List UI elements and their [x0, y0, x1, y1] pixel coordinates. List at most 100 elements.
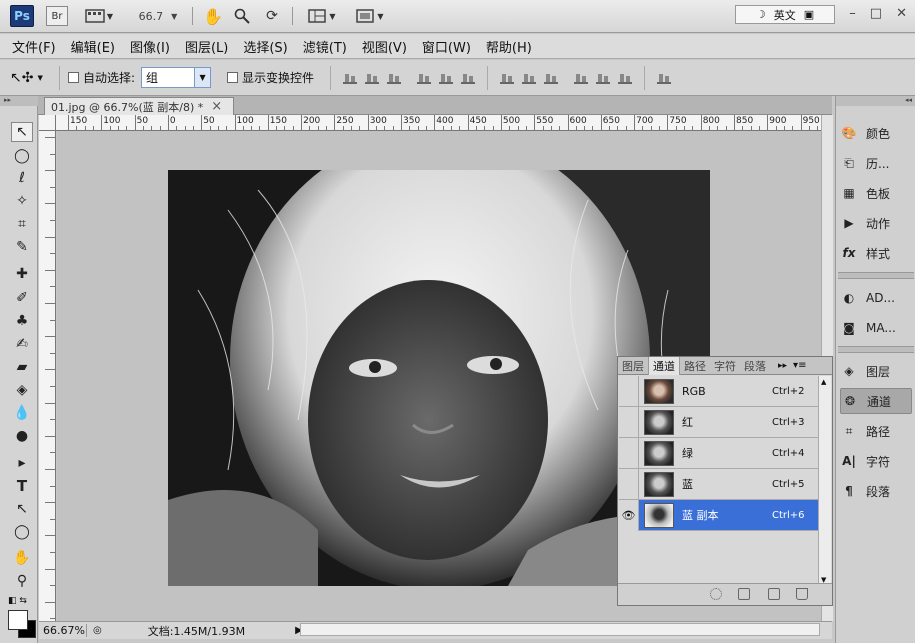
save-selection-icon[interactable] — [738, 588, 750, 600]
type-tool-icon[interactable]: T — [11, 476, 33, 496]
auto-select-checkbox[interactable] — [68, 72, 79, 83]
direct-selection-tool-icon[interactable]: ↖ — [11, 499, 33, 519]
document-tab[interactable]: 01.jpg @ 66.7%(蓝 副本/8) * × — [44, 97, 234, 115]
dock-item-actions[interactable]: ▶ 动作 — [840, 210, 912, 236]
dock-item-masks[interactable]: ◙ MA... — [840, 315, 912, 341]
panel-menu-icon[interactable]: ▾≡ — [793, 360, 806, 371]
visibility-toggle[interactable] — [619, 406, 639, 438]
dock-item-paths[interactable]: ⌗ 路径 — [840, 418, 912, 444]
ruler-origin[interactable] — [39, 115, 56, 131]
menu-image[interactable]: 图像(I) — [130, 37, 170, 56]
tab-channels[interactable]: 通道 — [648, 356, 680, 375]
eraser-tool-icon[interactable]: ▰ — [11, 357, 33, 377]
dock-item-layers[interactable]: ◈ 图层 — [840, 358, 912, 384]
visibility-toggle[interactable] — [619, 437, 639, 469]
menu-filter[interactable]: 滤镜(T) — [303, 37, 347, 56]
zoom-tool-icon[interactable] — [232, 6, 252, 26]
dock-item-adjustments[interactable]: ◐ AD... — [840, 285, 912, 311]
horizontal-ruler[interactable]: 150 100 50 0 50 100 150 200 250 300 350 400 450 500 55… — [56, 115, 827, 131]
dodge-tool-icon[interactable]: ● — [11, 426, 33, 446]
visibility-toggle[interactable] — [619, 468, 639, 500]
align-vcenter-icon[interactable] — [365, 72, 380, 84]
eye-icon[interactable]: 👁 — [619, 499, 639, 531]
menu-layer[interactable]: 图层(L) — [185, 37, 228, 56]
menu-select[interactable]: 选择(S) — [243, 37, 287, 56]
distribute-right-icon[interactable] — [618, 72, 633, 84]
move-tool-icon[interactable]: ↖ — [11, 122, 33, 142]
eyedropper-tool-icon[interactable]: ✎ — [11, 237, 33, 257]
scroll-up-icon[interactable]: ▲ — [821, 378, 826, 386]
maximize-button[interactable]: □ — [870, 6, 882, 21]
menu-edit[interactable]: 编辑(E) — [71, 37, 115, 56]
distribute-left-icon[interactable] — [574, 72, 589, 84]
menu-file[interactable]: 文件(F) — [12, 37, 56, 56]
menu-help[interactable]: 帮助(H) — [486, 37, 532, 56]
new-channel-icon[interactable] — [768, 588, 780, 600]
hand-tool-icon[interactable]: ✋ — [203, 6, 223, 26]
panel-collapse-icon[interactable]: ▸▸ — [778, 361, 787, 371]
distribute-vcenter-icon[interactable] — [522, 72, 537, 84]
visibility-toggle[interactable] — [619, 375, 639, 407]
crop-tool-icon[interactable]: ⌗ — [11, 214, 33, 234]
tab-character[interactable]: 字符 — [710, 357, 740, 375]
dock-item-paragraph[interactable]: ¶ 段落 — [840, 478, 912, 504]
dock-expand-icon[interactable]: ◂◂ — [836, 96, 915, 106]
show-transform-checkbox[interactable] — [227, 72, 239, 83]
rotate-view-icon[interactable]: ⟳ — [262, 6, 282, 26]
zoom-tool-icon[interactable]: ⚲ — [11, 571, 33, 591]
ime-indicator[interactable]: ☽ 英文 ▣ — [735, 5, 835, 24]
paint-bucket-tool-icon[interactable]: ◈ — [11, 380, 33, 400]
dock-item-channels[interactable]: ❂ 通道 — [840, 388, 912, 414]
status-menu-icon[interactable]: ◎ — [93, 625, 102, 636]
channels-scrollbar[interactable]: ▲ ▼ — [818, 376, 831, 586]
auto-select-dropdown[interactable]: 组 ▼ — [141, 67, 212, 88]
foreground-color-swatch[interactable] — [8, 610, 28, 630]
horizontal-scrollbar[interactable] — [300, 623, 820, 636]
dock-item-styles[interactable]: fx 样式 — [840, 240, 912, 266]
status-zoom[interactable]: 66.67% — [39, 624, 87, 637]
tab-paths[interactable]: 路径 — [680, 357, 710, 375]
dock-item-swatches[interactable]: ▦ 色板 — [840, 180, 912, 206]
tab-paragraph[interactable]: 段落 — [740, 357, 770, 375]
minimize-button[interactable]: – — [849, 6, 856, 21]
trash-icon[interactable] — [796, 588, 808, 600]
channel-row-rgb[interactable]: RGB Ctrl+2 — [619, 375, 818, 407]
default-colors-icon[interactable]: ◧ ⇆ — [8, 596, 27, 606]
align-top-icon[interactable] — [343, 72, 358, 84]
magic-wand-tool-icon[interactable]: ✧ — [11, 191, 33, 211]
lasso-tool-icon[interactable]: ℓ — [11, 168, 33, 188]
load-selection-icon[interactable] — [710, 588, 722, 600]
dock-item-history[interactable]: ⎗ 历... — [840, 150, 912, 176]
auto-align-button[interactable] — [644, 65, 675, 90]
dock-item-character[interactable]: A| 字符 — [840, 448, 912, 474]
panel-collapse-icon[interactable]: ▸▸ — [0, 96, 38, 106]
blur-tool-icon[interactable]: 💧 — [11, 403, 33, 423]
brush-tool-icon[interactable]: ✐ — [11, 288, 33, 308]
channel-row-green[interactable]: 绿 Ctrl+4 — [619, 437, 818, 469]
tool-preset-picker[interactable]: ↖✣ ▼ — [10, 65, 60, 90]
marquee-tool-icon[interactable]: ◯ — [11, 146, 33, 166]
channel-row-blue[interactable]: 蓝 Ctrl+5 — [619, 468, 818, 500]
history-brush-tool-icon[interactable]: ✍ — [11, 334, 33, 354]
distribute-top-icon[interactable] — [500, 72, 515, 84]
menu-window[interactable]: 窗口(W) — [422, 37, 471, 56]
clone-stamp-tool-icon[interactable]: ♣ — [11, 311, 33, 331]
channel-row-red[interactable]: 红 Ctrl+3 — [619, 406, 818, 438]
bridge-button[interactable]: Br — [46, 6, 68, 26]
vertical-ruler[interactable] — [39, 131, 56, 621]
align-right-icon[interactable] — [461, 72, 476, 84]
align-hcenter-icon[interactable] — [439, 72, 454, 84]
path-selection-tool-icon[interactable]: ▸ — [11, 453, 33, 473]
view-extras-button[interactable]: ▼ — [82, 6, 116, 26]
menu-view[interactable]: 视图(V) — [362, 37, 407, 56]
close-document-icon[interactable]: × — [211, 99, 222, 114]
tab-layers[interactable]: 图层 — [618, 357, 648, 375]
hand-tool-icon[interactable]: ✋ — [11, 548, 33, 568]
close-button[interactable]: ✕ — [896, 6, 907, 21]
align-left-icon[interactable] — [417, 72, 432, 84]
distribute-bottom-icon[interactable] — [544, 72, 559, 84]
healing-brush-tool-icon[interactable]: ✚ — [11, 264, 33, 284]
arrange-documents-button[interactable]: ▼ — [304, 6, 340, 26]
align-bottom-icon[interactable] — [387, 72, 402, 84]
ellipse-tool-icon[interactable]: ◯ — [11, 522, 33, 542]
